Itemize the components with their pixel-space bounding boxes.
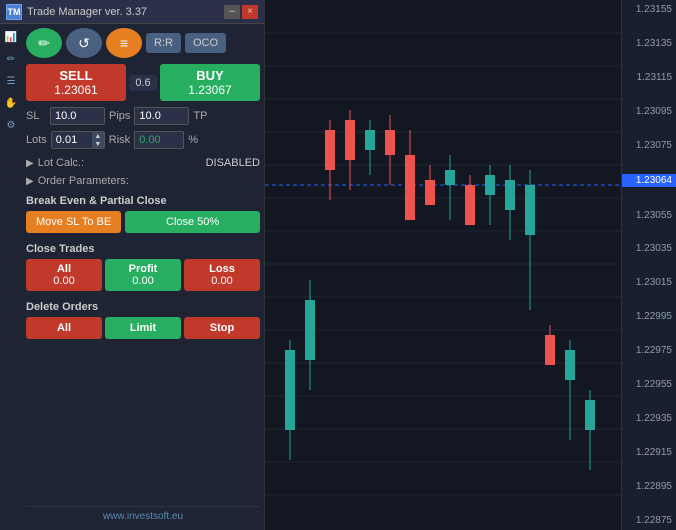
sidebar-icon-settings[interactable]: ⚙ [2, 116, 20, 134]
main-content: ✏ ↺ ≡ R:R OCO SELL 1.23061 0.6 BUY 1.230… [22, 24, 264, 530]
lots-up-button[interactable]: ▲ [92, 132, 104, 140]
lot-calc-arrow: ▶ [26, 158, 34, 169]
buy-label: BUY [166, 68, 254, 83]
chart-svg [265, 0, 676, 530]
delete-orders-row: All Limit Stop [26, 317, 260, 339]
price-1.22935: 1.22935 [622, 413, 676, 424]
price-1.22895: 1.22895 [622, 481, 676, 492]
pct-label: % [188, 134, 198, 146]
break-even-buttons: Move SL To BE Close 50% [26, 211, 260, 233]
close-50-button[interactable]: Close 50% [125, 211, 260, 233]
close-all-button[interactable]: All 0.00 [26, 259, 102, 291]
rr-button[interactable]: R:R [146, 33, 181, 53]
sidebar-icon-hand[interactable]: ✋ [2, 94, 20, 112]
delete-orders-header: Delete Orders [26, 301, 260, 313]
title-bar: TM Trade Manager ver. 3.37 – × [0, 0, 264, 24]
buy-price: 1.23067 [166, 83, 254, 97]
pencil-button[interactable]: ✏ [26, 28, 62, 58]
chart-button[interactable]: ≡ [106, 28, 142, 58]
buy-button[interactable]: BUY 1.23067 [160, 64, 260, 101]
order-params-arrow: ▶ [26, 176, 34, 187]
order-params-row[interactable]: ▶ Order Parameters: [26, 173, 260, 189]
price-1.23055: 1.23055 [622, 210, 676, 221]
price-scale: 1.23155 1.23135 1.23115 1.23095 1.23075 … [621, 0, 676, 530]
refresh-button[interactable]: ↺ [66, 28, 102, 58]
lots-spinner: ▲ ▼ [92, 132, 104, 148]
lots-row: Lots ▲ ▼ Risk % [26, 131, 260, 149]
price-1.23115: 1.23115 [622, 72, 676, 83]
minimize-button[interactable]: – [224, 5, 240, 19]
price-1.23035: 1.23035 [622, 243, 676, 254]
sidebar-icon-menu[interactable]: ☰ [2, 72, 20, 90]
close-loss-label: Loss [209, 263, 235, 275]
price-highlight: 1.23064 [622, 174, 676, 187]
oco-button[interactable]: OCO [185, 33, 226, 53]
lots-input-wrap: ▲ ▼ [51, 131, 105, 149]
lots-down-button[interactable]: ▼ [92, 140, 104, 148]
lots-input[interactable] [52, 132, 92, 148]
lot-calc-label: Lot Calc.: [38, 157, 84, 169]
price-1.23155: 1.23155 [622, 4, 676, 15]
risk-input[interactable] [134, 131, 184, 149]
sltp-row: SL Pips TP [26, 107, 260, 125]
sidebar-icon-chart[interactable]: 📊 [2, 28, 20, 46]
lots-label: Lots [26, 134, 47, 146]
close-all-label: All [57, 263, 71, 275]
delete-limit-button[interactable]: Limit [105, 317, 181, 339]
trade-manager-panel: TM Trade Manager ver. 3.37 – × 📊 ✏ ☰ ✋ ⚙… [0, 0, 265, 530]
risk-label: Risk [109, 134, 130, 146]
delete-all-button[interactable]: All [26, 317, 102, 339]
title-bar-text: Trade Manager ver. 3.37 [27, 6, 222, 18]
price-1.22875: 1.22875 [622, 515, 676, 526]
break-even-header: Break Even & Partial Close [26, 195, 260, 207]
price-1.23015: 1.23015 [622, 277, 676, 288]
panel-footer: www.investsoft.eu [26, 506, 260, 526]
app-icon: TM [6, 4, 22, 20]
close-profit-button[interactable]: Profit 0.00 [105, 259, 181, 291]
sell-label: SELL [32, 68, 120, 83]
price-1.23095: 1.23095 [622, 106, 676, 117]
close-trades-header: Close Trades [26, 243, 260, 255]
tp-input[interactable] [134, 107, 189, 125]
spread-badge: 0.6 [129, 75, 157, 91]
close-loss-button[interactable]: Loss 0.00 [184, 259, 260, 291]
price-1.22955: 1.22955 [622, 379, 676, 390]
close-all-value: 0.00 [53, 275, 74, 287]
sl-input[interactable] [50, 107, 105, 125]
sidebar-icons: 📊 ✏ ☰ ✋ ⚙ [0, 24, 22, 138]
move-sl-button[interactable]: Move SL To BE [26, 211, 121, 233]
close-profit-value: 0.00 [132, 275, 153, 287]
footer-url: www.investsoft.eu [103, 511, 183, 522]
price-1.22995: 1.22995 [622, 311, 676, 322]
lot-calc-row[interactable]: ▶ Lot Calc.: DISABLED [26, 155, 260, 171]
buy-sell-row: SELL 1.23061 0.6 BUY 1.23067 [26, 64, 260, 101]
close-loss-value: 0.00 [211, 275, 232, 287]
sidebar-icon-edit[interactable]: ✏ [2, 50, 20, 68]
sell-price: 1.23061 [32, 83, 120, 97]
close-trades-row: All 0.00 Profit 0.00 Loss 0.00 [26, 259, 260, 291]
sl-label: SL [26, 110, 46, 122]
close-button[interactable]: × [242, 5, 258, 19]
pips-label: Pips [109, 110, 130, 122]
price-1.22915: 1.22915 [622, 447, 676, 458]
lot-calc-value: DISABLED [206, 157, 260, 169]
price-1.22975: 1.22975 [622, 345, 676, 356]
delete-stop-button[interactable]: Stop [184, 317, 260, 339]
price-1.23135: 1.23135 [622, 38, 676, 49]
toolbar: ✏ ↺ ≡ R:R OCO [26, 28, 260, 58]
chart-area: 1.23155 1.23135 1.23115 1.23095 1.23075 … [265, 0, 676, 530]
order-params-label: Order Parameters: [38, 175, 129, 187]
close-profit-label: Profit [129, 263, 158, 275]
price-1.23075: 1.23075 [622, 140, 676, 151]
sell-button[interactable]: SELL 1.23061 [26, 64, 126, 101]
tp-label: TP [193, 110, 213, 122]
